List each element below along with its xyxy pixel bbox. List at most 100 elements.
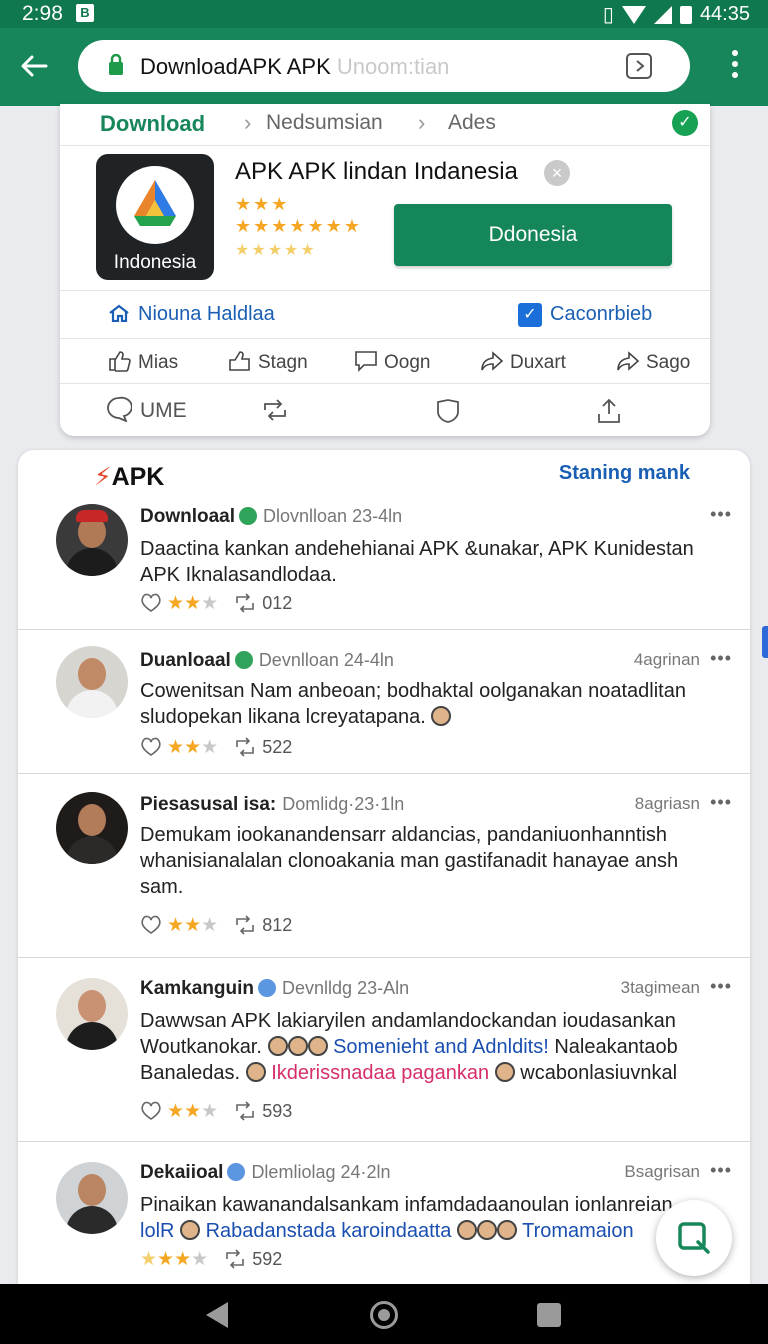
browser-toolbar: DownloadAPK APK Unoom:tian <box>0 28 768 106</box>
post[interactable]: Dekaiioal Dlemliolag 24·2ln Bsagrisan •••… <box>18 1142 750 1284</box>
avatar-body <box>66 690 118 718</box>
heart-icon[interactable] <box>140 1101 162 1121</box>
post-menu-icon[interactable]: ••• <box>710 1160 732 1181</box>
emoji-icon <box>287 1036 308 1056</box>
verified-icon <box>234 651 253 669</box>
post-hashtag[interactable]: Ikderissnadaa pagankan <box>271 1062 489 1084</box>
notification-icon: B <box>76 4 94 22</box>
url-bar[interactable]: DownloadAPK APK Unoom:tian <box>78 40 690 92</box>
post-count: 522 <box>262 737 293 757</box>
install-button[interactable]: Ddonesia <box>394 204 672 266</box>
post-actions: ★★★★ 592 <box>140 1248 282 1271</box>
retweet-icon[interactable] <box>233 1101 257 1121</box>
post-author[interactable]: Duanloaal Devnlloan 24-4ln <box>140 650 394 672</box>
avatar[interactable] <box>56 646 128 718</box>
repost-icon[interactable] <box>262 398 288 427</box>
post-link[interactable]: Tromamaion <box>522 1220 634 1242</box>
avatar[interactable] <box>56 1162 128 1234</box>
like-icon <box>109 351 131 372</box>
post[interactable]: Downloaal Dlovnlloan 23-4ln ••• Daactina … <box>18 500 750 630</box>
retweet-icon[interactable] <box>223 1249 247 1269</box>
bolt-icon: ⚡ <box>94 463 112 491</box>
post-link[interactable]: lolR <box>140 1220 174 1242</box>
retweet-icon[interactable] <box>233 737 257 757</box>
logo-circle <box>116 166 194 244</box>
breadcrumb-item[interactable]: Nedsumsian <box>266 111 383 135</box>
home-link[interactable]: Niouna Haldlaa <box>108 303 275 326</box>
chat-action[interactable]: UME <box>106 396 187 423</box>
avatar-head <box>78 658 106 690</box>
post[interactable]: Duanloaal Devnlloan 24-4ln 4agrinan ••• C… <box>18 630 750 774</box>
close-icon[interactable]: × <box>544 160 570 186</box>
post-link[interactable]: Somenieht and Adnldits! <box>333 1036 549 1058</box>
star-icon: ★ <box>201 593 219 614</box>
more-icon[interactable] <box>732 50 740 84</box>
lock-icon <box>108 53 124 76</box>
feed-header-link[interactable]: Staning mank <box>559 462 690 485</box>
post-menu-icon[interactable]: ••• <box>710 504 732 525</box>
share-action[interactable]: Stagn <box>228 350 308 374</box>
avatar-hat <box>76 510 108 522</box>
post-count: 592 <box>252 1249 283 1269</box>
heart-icon[interactable] <box>140 593 162 613</box>
post-menu-icon[interactable]: ••• <box>710 976 732 997</box>
post-author[interactable]: Dekaiioal Dlemliolag 24·2ln <box>140 1162 391 1184</box>
status-bar: 2:98 B ▯ 44:35 <box>0 0 768 28</box>
post-meta: Devnlloan 24-4ln <box>258 650 394 670</box>
feed-card: ⚡APK Staning mank Downloaal Dlovnlloan 23… <box>18 450 750 1284</box>
verified-icon: ✓ <box>672 110 698 136</box>
action-label: Mias <box>138 352 179 373</box>
checkbox-label[interactable]: Caconrbieb <box>550 303 652 326</box>
upload-icon[interactable] <box>596 398 622 429</box>
avatar-body <box>66 836 118 864</box>
breadcrumb-item[interactable]: Ades <box>448 111 496 135</box>
like-action[interactable]: Mias <box>108 350 178 374</box>
star-icon: ★ <box>201 1101 219 1122</box>
verified-icon <box>239 507 258 525</box>
battery-icon <box>679 5 692 24</box>
compose-button[interactable] <box>656 1200 732 1276</box>
comment-icon <box>355 351 377 372</box>
post-text-c: wcabonlasiuvnkal <box>520 1062 678 1084</box>
post-actions: ★★★ 593 <box>140 1100 292 1123</box>
star-icon: ★ <box>167 593 185 614</box>
post-author[interactable]: Kamkanguin Devnlldg 23-Aln <box>140 978 409 1000</box>
author-name: Kamkanguin <box>140 978 255 999</box>
avatar[interactable] <box>56 792 128 864</box>
back-arrow-icon[interactable] <box>18 50 50 82</box>
chat-icon <box>107 396 133 423</box>
avatar[interactable] <box>56 504 128 576</box>
system-nav-bar <box>0 1284 768 1344</box>
comment-action[interactable]: Oogn <box>354 350 430 374</box>
scroll-indicator[interactable] <box>762 626 768 658</box>
post-author[interactable]: Downloaal Dlovnlloan 23-4ln <box>140 506 402 528</box>
send-action[interactable]: Sago <box>616 350 690 374</box>
signal-icon <box>653 5 672 24</box>
chevron-right-icon: › <box>244 110 252 135</box>
links-row: Niouna Haldlaa ✓ Caconrbieb <box>60 290 710 338</box>
url-faded: Unoom:tian <box>336 54 450 79</box>
post-link[interactable]: Rabadanstada karoindaatta <box>206 1220 452 1242</box>
post-actions: ★★★ 522 <box>140 736 292 759</box>
shield-icon[interactable] <box>436 398 460 429</box>
post-author[interactable]: Piesasusal isa: Domlidg·23·1ln <box>140 794 404 816</box>
heart-icon[interactable] <box>140 915 162 935</box>
action-label: Sago <box>646 352 691 373</box>
retweet-icon[interactable] <box>233 915 257 935</box>
nav-home-icon[interactable] <box>370 1301 398 1329</box>
star-icon: ★ <box>167 1101 185 1122</box>
post-menu-icon[interactable]: ••• <box>710 648 732 669</box>
nav-back-icon[interactable] <box>206 1302 228 1328</box>
retweet-icon[interactable] <box>233 593 257 613</box>
feed-logo: ⚡APK <box>94 462 164 492</box>
post[interactable]: Kamkanguin Devnlldg 23-Aln 3tagimean ••• … <box>18 958 750 1142</box>
nav-recents-icon[interactable] <box>537 1303 561 1327</box>
post-menu-icon[interactable]: ••• <box>710 792 732 813</box>
checkbox-icon[interactable]: ✓ <box>518 303 542 327</box>
breadcrumb-download[interactable]: Download <box>100 111 205 137</box>
avatar[interactable] <box>56 978 128 1050</box>
forward-action[interactable]: Duxart <box>480 350 566 374</box>
tabs-icon[interactable] <box>626 53 652 79</box>
heart-icon[interactable] <box>140 737 162 757</box>
post[interactable]: Piesasusal isa: Domlidg·23·1ln 8agriasn •… <box>18 774 750 958</box>
